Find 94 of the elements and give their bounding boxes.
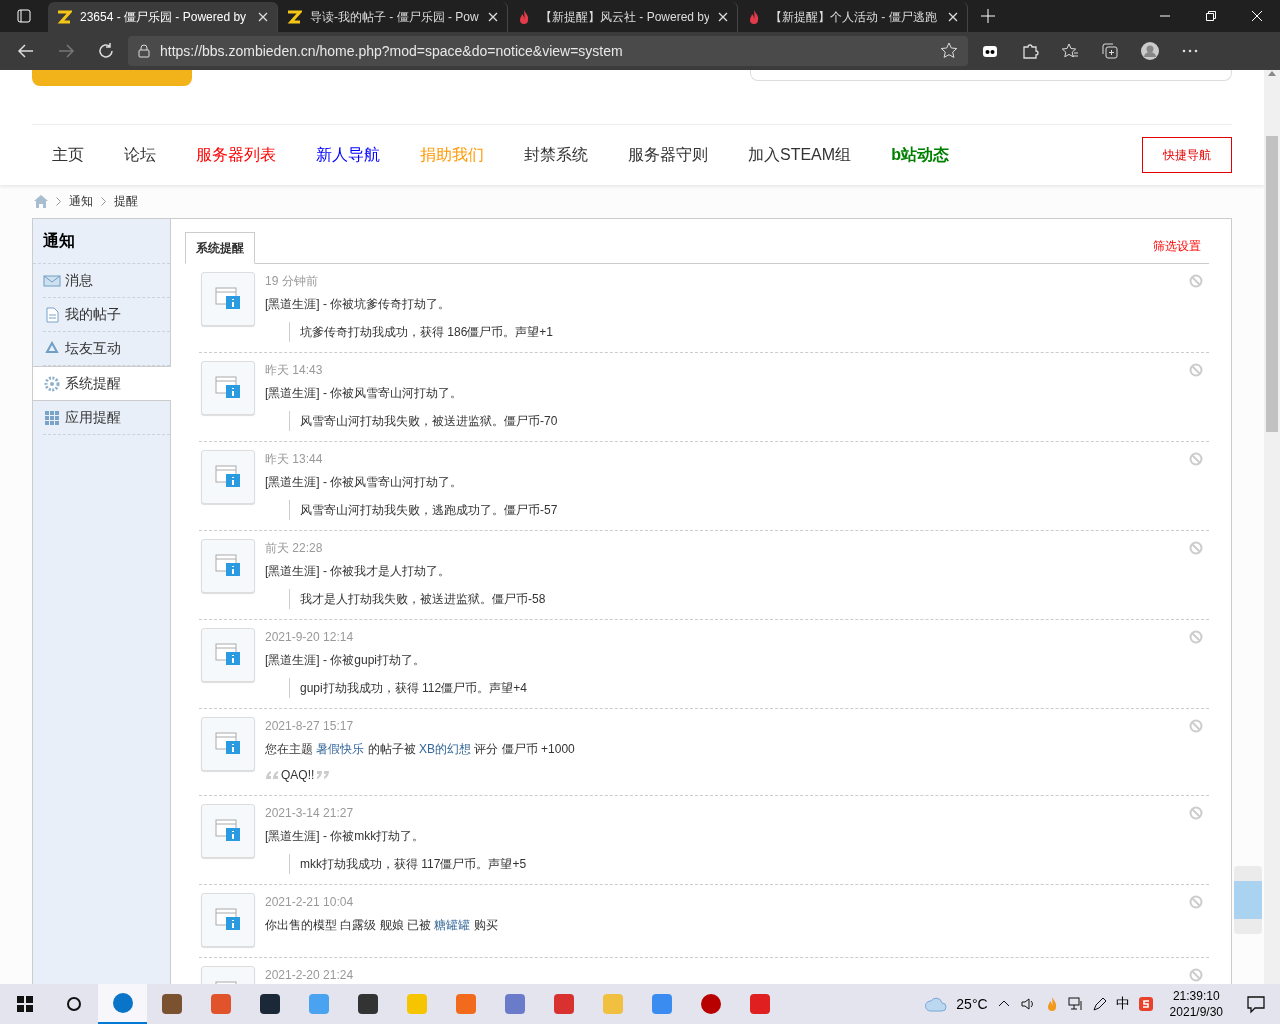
breadcrumb-link[interactable]: 通知	[69, 193, 93, 210]
notice-detail: 我才是人打劫我失败，被送进监狱。僵尸币-58	[289, 589, 1179, 609]
weather-temperature[interactable]: 25°C	[956, 996, 988, 1012]
nav-link[interactable]: 主页	[32, 144, 104, 166]
notice-text: [黑道生涯] - 你被gupi打劫了。	[265, 652, 427, 669]
sidebar-item[interactable]: 系统提醒	[33, 366, 171, 401]
notice-detail: 风雪寄山河打劫我失败，被送进监狱。僵尸币-70	[289, 411, 1179, 431]
close-icon[interactable]	[257, 11, 269, 23]
favorite-star-icon[interactable]	[940, 42, 958, 60]
app-icon[interactable]	[355, 992, 380, 1016]
open-quote-icon	[265, 770, 279, 780]
grid-icon	[43, 409, 61, 426]
sidebar-item[interactable]: 我的帖子	[43, 298, 170, 332]
puzzle-icon[interactable]	[1021, 42, 1039, 60]
info-window-icon	[215, 554, 241, 578]
browser-tab[interactable]: 23654 - 僵尸乐园 - Powered by	[48, 2, 278, 32]
notice-time: 前天 22:28	[265, 540, 324, 557]
address-bar[interactable]: https://bbs.zombieden.cn/home.php?mod=space&do=notice&view=system	[128, 36, 968, 66]
z-logo-icon	[286, 9, 302, 25]
s-logo-icon[interactable]	[1137, 996, 1154, 1012]
notice-text: [黑道生涯] - 你被坑爹传奇打劫了。	[265, 296, 452, 313]
nav-link[interactable]: 新人导航	[296, 144, 400, 166]
notice-time: 2021-3-14 21:27	[265, 805, 355, 822]
info-window-icon	[215, 908, 241, 932]
clock[interactable]: 21:39:10 2021/9/30	[1161, 988, 1231, 1020]
nav-link[interactable]: b站动态	[871, 144, 969, 166]
nav-link[interactable]: 服务器列表	[176, 144, 296, 166]
document-icon	[43, 306, 61, 323]
scrollbar-thumb[interactable]	[1266, 136, 1278, 432]
notice-time: 昨天 14:43	[265, 362, 324, 379]
notice-time: 昨天 13:44	[265, 451, 324, 468]
notice-detail: 风雪寄山河打劫我失败，逃跑成功了。僵尸币-57	[289, 500, 1179, 520]
notice-link[interactable]: 暑假快乐	[316, 742, 365, 756]
lock-icon	[138, 44, 150, 58]
close-icon[interactable]	[487, 11, 499, 23]
chevron-right-icon	[56, 197, 61, 206]
tab[interactable]: 系统提醒	[185, 232, 255, 264]
cloud-icon	[924, 996, 949, 1012]
gear-icon	[43, 375, 61, 392]
forward-arrow-icon[interactable]	[57, 42, 75, 60]
info-window-icon	[215, 732, 241, 756]
collections-icon[interactable]	[1101, 42, 1119, 60]
restore-icon[interactable]	[1206, 11, 1216, 21]
sidebar-title: 通知	[33, 219, 170, 264]
notice-detail: mkk打劫我成功，获得 117僵尸币。声望+5	[289, 854, 1179, 874]
info-window-icon	[215, 376, 241, 400]
notice-time: 2021-2-21 10:04	[265, 894, 355, 911]
z-logo-icon	[56, 9, 72, 25]
search-field[interactable]	[750, 70, 1232, 81]
info-window-icon	[215, 465, 241, 489]
nav-link[interactable]: 论坛	[104, 144, 176, 166]
nav-link[interactable]: 服务器守则	[608, 144, 728, 166]
breadcrumb-link[interactable]: 提醒	[114, 193, 138, 210]
notice-detail: gupi打劫我成功，获得 112僵尸币。声望+4	[289, 678, 1179, 698]
tab-actions-icon[interactable]	[17, 9, 31, 23]
info-window-icon	[215, 287, 241, 311]
profile-avatar-icon[interactable]	[1141, 42, 1159, 60]
back-arrow-icon[interactable]	[17, 42, 35, 60]
notice-link[interactable]: XB的幻想	[419, 742, 472, 756]
sidebar-item[interactable]: 应用提醒	[43, 401, 170, 435]
notice-text: 你出售的模型 白露级 舰娘 已被 糖罐罐 购买	[265, 917, 499, 934]
envelope-icon	[43, 272, 61, 289]
filter-settings-link[interactable]: 筛选设置	[1153, 238, 1201, 263]
quick-nav-button[interactable]: 快捷导航	[1142, 137, 1232, 173]
notice-text: [黑道生涯] - 你被风雪寄山河打劫了。	[265, 474, 464, 491]
notice-time: 19 分钟前	[265, 273, 319, 290]
info-window-icon	[215, 819, 241, 843]
notice-text: 您在主题 暑假快乐 的帖子被 XB的幻想 评分 僵尸币 +1000	[265, 741, 576, 758]
notice-time: 2021-2-20 21:24	[265, 967, 355, 984]
refresh-icon[interactable]	[97, 42, 115, 60]
notice-text: [黑道生涯] - 你被mkk打劫了。	[265, 828, 426, 845]
network-icon[interactable]	[1067, 996, 1084, 1012]
chevron-right-icon	[101, 197, 106, 206]
app-icon[interactable]	[159, 992, 184, 1016]
notice-text: [黑道生涯] - 你被我才是人打劫了。	[265, 563, 452, 580]
notice-link[interactable]: 糖罐罐	[434, 918, 471, 932]
nav-link[interactable]: 封禁系统	[504, 144, 608, 166]
favorites-icon[interactable]	[1061, 42, 1079, 60]
sidebar-item[interactable]: 消息	[43, 264, 170, 298]
plus-icon[interactable]	[981, 9, 995, 23]
info-window-icon	[215, 643, 241, 667]
app-icon[interactable]	[257, 992, 282, 1016]
close-quote-icon	[316, 770, 331, 780]
input-method-indicator[interactable]: 中	[1115, 995, 1130, 1013]
notice-time: 2021-8-27 15:17	[265, 718, 355, 735]
close-icon[interactable]	[717, 11, 729, 23]
close-icon[interactable]	[947, 11, 959, 23]
rating-comment: QAQ!!	[281, 768, 315, 782]
notice-time: 2021-9-20 12:14	[265, 629, 355, 646]
nav-link[interactable]: 加入STEAM组	[728, 144, 872, 166]
pen-icon[interactable]	[1091, 996, 1108, 1012]
speaker-icon[interactable]	[1019, 996, 1036, 1012]
notice-text: [黑道生涯] - 你被风雪寄山河打劫了。	[265, 385, 464, 402]
notice-detail: 坑爹传奇打劫我成功，获得 186僵尸币。声望+1	[289, 322, 1179, 342]
